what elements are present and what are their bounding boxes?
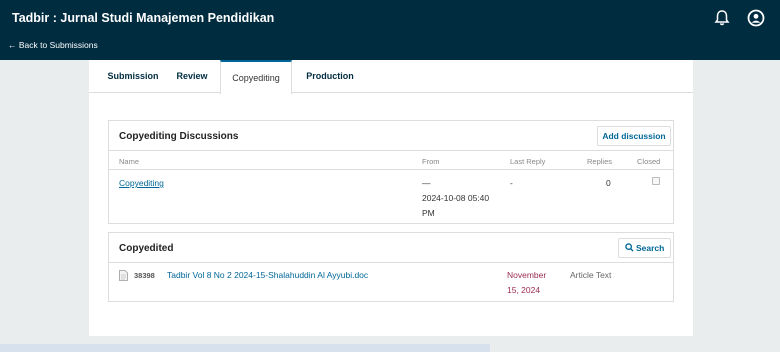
tab-review[interactable]: Review (171, 60, 213, 93)
add-discussion-button[interactable]: Add discussion (597, 126, 671, 146)
file-date: November (507, 270, 547, 280)
discussion-copyediting-link[interactable]: Copyediting (119, 178, 164, 188)
last-reply-value: - (510, 178, 513, 188)
replies-count: 0 (606, 178, 611, 188)
copyedited-files-card: Copyedited Search 38398 Tadbir Vol 8 No … (108, 232, 674, 302)
column-header-from: From (422, 157, 440, 166)
from-date: 2024-10-08 05:40 (422, 193, 490, 203)
tab-copyediting[interactable]: Copyediting (220, 60, 292, 94)
tab-submission[interactable]: Submission (101, 60, 165, 93)
journal-title: Tadbir : Jurnal Studi Manajemen Pendidik… (12, 11, 275, 25)
copyediting-discussions-card: Copyediting Discussions Add discussion N… (108, 120, 674, 224)
header-divider (109, 150, 673, 151)
workflow-panel: Submission Review Copyediting Production… (89, 60, 693, 336)
from-time: PM (422, 208, 435, 218)
tab-production[interactable]: Production (299, 60, 361, 93)
back-to-submissions-link[interactable]: ← Back to Submissions (8, 40, 98, 50)
browser-status-bar (0, 344, 490, 352)
file-date-line2: 15, 2024 (507, 285, 541, 295)
closed-checkbox[interactable] (652, 177, 660, 185)
column-header-closed: Closed (637, 157, 661, 166)
discussions-title: Copyediting Discussions (119, 131, 239, 142)
search-button[interactable]: Search (618, 238, 671, 258)
document-icon (119, 270, 128, 281)
column-header-replies: Replies (587, 157, 613, 166)
column-header-name: Name (119, 157, 140, 166)
bell-icon (714, 10, 730, 26)
file-id: 38398 (134, 271, 155, 280)
notifications-button[interactable] (712, 8, 732, 28)
row-divider (109, 169, 673, 170)
user-circle-icon (747, 9, 765, 27)
top-header-bar: Tadbir : Jurnal Studi Manajemen Pendidik… (0, 0, 780, 60)
file-type: Article Text (570, 270, 612, 280)
header-divider (109, 262, 673, 263)
workflow-tabs: Submission Review Copyediting Production (89, 60, 693, 94)
file-name-link[interactable]: Tadbir Vol 8 No 2 2024-15-Shalahuddin Al… (167, 270, 368, 280)
copyedited-title: Copyedited (119, 243, 174, 254)
search-button-label: Search (636, 243, 665, 253)
from-user: — (422, 178, 431, 188)
column-header-last-reply: Last Reply (510, 157, 546, 166)
search-icon (624, 243, 634, 252)
user-menu-button[interactable] (746, 8, 766, 28)
